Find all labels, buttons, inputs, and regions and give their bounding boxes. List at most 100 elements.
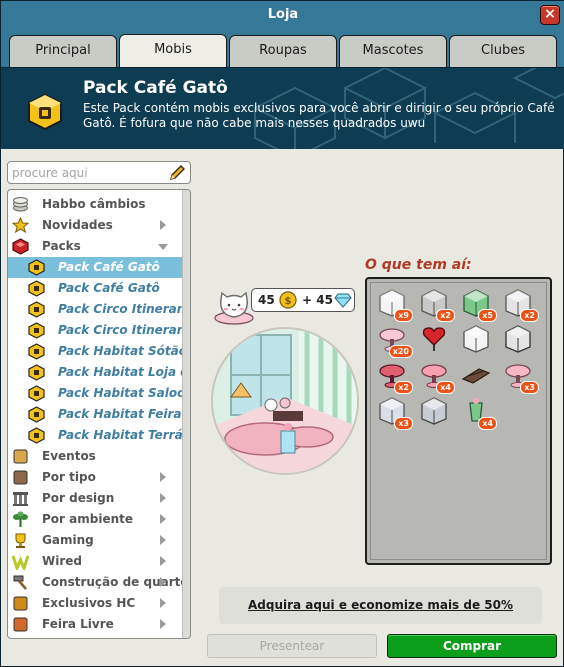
sidebar-item[interactable]: Pack Habitat Terrário do bbox=[8, 425, 190, 446]
sidebar-item[interactable]: Feira Livre bbox=[8, 614, 190, 635]
pack-box-icon bbox=[28, 385, 45, 402]
sidebar-item-label: Pack Café Gatô bbox=[58, 260, 160, 274]
market-icon bbox=[13, 617, 28, 632]
promo-link[interactable]: Adquira aqui e economize mais de 50% bbox=[219, 587, 542, 624]
diamonds-amount: + 45 bbox=[302, 293, 333, 307]
content-item[interactable]: x2 bbox=[503, 287, 539, 322]
contents-panel: x9 x2 x5 x2 x20 x2 x4 x3 x3 x4 bbox=[365, 277, 552, 565]
content-item[interactable]: x9 bbox=[377, 287, 413, 322]
buy-button[interactable]: Comprar bbox=[387, 634, 557, 658]
contents-grid: x9 x2 x5 x2 x20 x2 x4 x3 x3 x4 bbox=[370, 282, 547, 560]
chevron-right-icon[interactable] bbox=[160, 220, 166, 230]
quantity-badge: x9 bbox=[394, 309, 413, 322]
columns-icon bbox=[13, 492, 28, 506]
cat-cup-icon bbox=[214, 291, 254, 325]
close-button[interactable]: × bbox=[540, 5, 560, 25]
heart-lamp-icon bbox=[422, 327, 446, 351]
quantity-badge: x5 bbox=[478, 309, 497, 322]
pack-title: Pack Café Gatô bbox=[83, 78, 228, 98]
diamond-icon bbox=[334, 293, 352, 308]
chevron-right-icon[interactable] bbox=[160, 556, 166, 566]
tab-mascotes[interactable]: Mascotes bbox=[339, 35, 447, 67]
search-box bbox=[7, 161, 191, 184]
pack-box-icon bbox=[28, 94, 62, 130]
sidebar-item[interactable]: Pack Café Gatô bbox=[8, 257, 190, 278]
sidebar-item-label: Pack Habitat Feira do Lo bbox=[58, 407, 190, 421]
content-item[interactable] bbox=[419, 323, 453, 357]
content-item[interactable]: x5 bbox=[461, 287, 497, 322]
content-item[interactable]: x4 bbox=[419, 359, 455, 394]
pencil-icon[interactable] bbox=[168, 164, 186, 182]
tab-clubes[interactable]: Clubes bbox=[449, 35, 557, 67]
sidebar-item-label: Habbo câmbios bbox=[42, 197, 146, 211]
sidebar-item-label: Packs bbox=[42, 239, 81, 253]
plank-icon bbox=[461, 368, 491, 384]
sidebar-item-label: Pack Habitat Loja de Do bbox=[58, 365, 190, 379]
content-item[interactable]: x4 bbox=[461, 395, 497, 430]
pack-box-icon bbox=[28, 322, 45, 339]
tab-roupas[interactable]: Roupas bbox=[229, 35, 337, 67]
pack-box-icon bbox=[28, 406, 45, 423]
sidebar-item[interactable]: Pack Habitat Sótão do F bbox=[8, 341, 190, 362]
sidebar-item[interactable]: Pack Café Gatô bbox=[8, 278, 190, 299]
chevron-right-icon[interactable] bbox=[160, 472, 166, 482]
sidebar-item[interactable]: Pack Circo Itinerante bbox=[8, 320, 190, 341]
sidebar-item[interactable]: Gaming bbox=[8, 530, 190, 551]
content-item[interactable] bbox=[503, 323, 537, 357]
sidebar-scrollbar[interactable] bbox=[182, 190, 190, 638]
sidebar-item[interactable]: Habbo câmbios bbox=[8, 194, 190, 215]
pack-box-icon bbox=[28, 364, 45, 381]
sidebar-item-label: Pack Habitat Saloon do bbox=[58, 386, 191, 400]
tab-principal[interactable]: Principal bbox=[9, 35, 117, 67]
sidebar-item[interactable]: Por tipo bbox=[8, 467, 190, 488]
content-item[interactable]: x20 bbox=[377, 323, 413, 358]
pack-box-icon bbox=[28, 280, 45, 297]
chevron-right-icon[interactable] bbox=[160, 514, 166, 524]
sidebar-item[interactable]: Novidades bbox=[8, 215, 190, 236]
sidebar-item-label: Pack Circo Itinerante bbox=[58, 302, 191, 316]
content-item[interactable] bbox=[461, 359, 495, 393]
content-item[interactable]: x2 bbox=[419, 287, 455, 322]
chevron-right-icon[interactable] bbox=[160, 577, 166, 587]
chevron-right-icon[interactable] bbox=[160, 619, 166, 629]
sidebar-item[interactable]: Packs bbox=[8, 236, 190, 257]
tab-mobis[interactable]: Mobis bbox=[119, 34, 227, 68]
sidebar-item-label: Eventos bbox=[42, 449, 96, 463]
content-item[interactable] bbox=[419, 395, 453, 429]
content-item[interactable]: x3 bbox=[503, 359, 539, 394]
sidebar-item[interactable]: Pack Habitat Saloon do bbox=[8, 383, 191, 404]
sidebar-item[interactable]: Pack Habitat Feira do Lo bbox=[8, 404, 190, 425]
coins-stack-icon bbox=[13, 197, 28, 212]
chevron-right-icon[interactable] bbox=[160, 598, 166, 608]
content-item[interactable]: x2 bbox=[377, 359, 413, 394]
pack-box-icon bbox=[28, 301, 45, 318]
search-input[interactable] bbox=[12, 164, 162, 181]
quantity-badge: x4 bbox=[478, 417, 497, 430]
sidebar-item[interactable]: Wired bbox=[8, 551, 190, 572]
sidebar-item-label: Pack Habitat Sótão do F bbox=[58, 344, 190, 358]
sidebar-item[interactable]: Pack Circo Itinerante bbox=[8, 299, 191, 320]
box-icon bbox=[13, 470, 28, 485]
gift-button[interactable]: Presentear bbox=[207, 634, 377, 658]
content-item[interactable]: x3 bbox=[377, 395, 413, 430]
pack-banner: Pack Café Gatô Este Pack contém mobis ex… bbox=[1, 67, 564, 149]
plant-icon bbox=[13, 511, 28, 527]
sidebar-item[interactable]: Construção de quartos bbox=[8, 572, 190, 593]
quantity-badge: x2 bbox=[520, 309, 539, 322]
chevron-right-icon[interactable] bbox=[160, 535, 166, 545]
chevron-right-icon[interactable] bbox=[160, 493, 166, 503]
sidebar-item-label: Wired bbox=[42, 554, 82, 568]
quantity-badge: x4 bbox=[436, 381, 455, 394]
sidebar-item[interactable]: Por ambiente bbox=[8, 509, 190, 530]
catalog-sidebar: Feira Livre Exclusivos HC Construção de qu… bbox=[7, 189, 191, 639]
sidebar-item[interactable]: Por design bbox=[8, 488, 190, 509]
quantity-badge: x3 bbox=[394, 417, 413, 430]
pack-description: Este Pack contém mobis exclusivos para v… bbox=[83, 101, 555, 130]
sidebar-item[interactable]: Pack Habitat Loja de Do bbox=[8, 362, 190, 383]
sidebar-item-label: Novidades bbox=[42, 218, 113, 232]
title-bar[interactable]: Loja × bbox=[1, 1, 564, 31]
sidebar-item[interactable]: Exclusivos HC bbox=[8, 593, 190, 614]
sidebar-item[interactable]: Eventos bbox=[8, 446, 190, 467]
content-item[interactable] bbox=[461, 323, 495, 357]
chevron-down-icon[interactable] bbox=[158, 244, 168, 250]
